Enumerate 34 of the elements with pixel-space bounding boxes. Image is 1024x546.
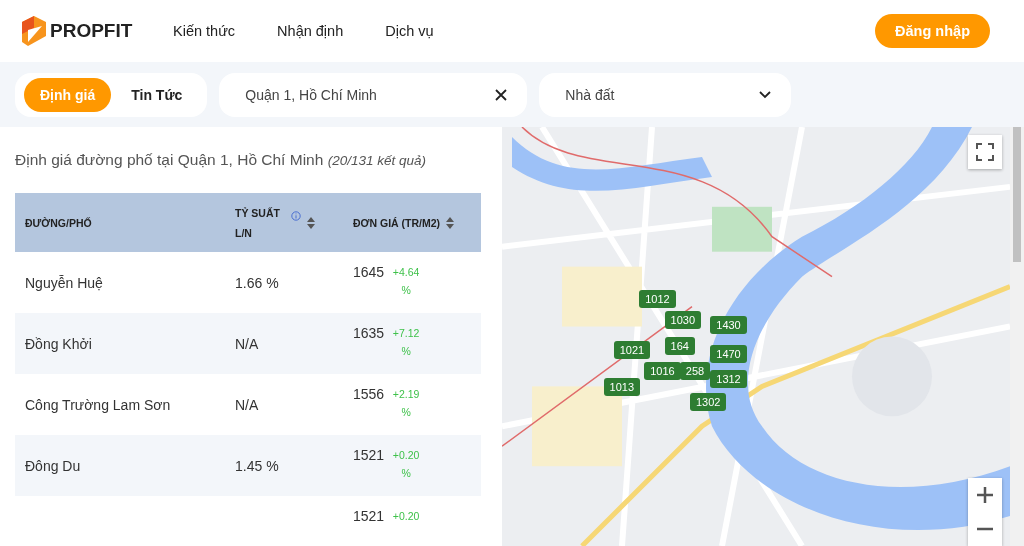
- brand-name: PROPFIT: [50, 20, 133, 42]
- yield-cell: N/A: [235, 335, 259, 352]
- street-cell: Nguyễn Huệ: [25, 274, 103, 291]
- yield-cell: 1.66 %: [235, 274, 279, 291]
- price-marker[interactable]: 1312: [710, 370, 747, 388]
- price-change: +7.12 %: [391, 326, 421, 359]
- yield-cell: 1.45 %: [235, 457, 279, 474]
- column-header[interactable]: ĐƠN GIÁ (TR/M2): [353, 216, 481, 229]
- price-value: 1556: [353, 386, 385, 402]
- column-header: ĐƯỜNG/PHỐ: [24, 216, 93, 229]
- column-header[interactable]: TỶ SUẤT L/N: [235, 202, 353, 243]
- results-title: Định giá đường phố tại Quận 1, Hồ Chí Minh (20/131 kết quả): [15, 151, 427, 169]
- street-cell: Đồng Khởi: [25, 335, 92, 352]
- tab[interactable]: Tin Tức: [115, 77, 199, 112]
- yield-cell: N/A: [235, 396, 259, 413]
- price-value: 1645: [353, 264, 385, 280]
- price-marker[interactable]: 1012: [639, 290, 676, 309]
- price-marker[interactable]: 1013: [603, 378, 641, 397]
- price-value: 1521: [353, 508, 385, 524]
- price-change: +0.20 %: [391, 448, 421, 481]
- price-value: 1635: [353, 325, 385, 341]
- price-change: +4.64 %: [391, 265, 421, 298]
- price-marker[interactable]: 1030: [664, 311, 702, 330]
- nav-link[interactable]: Kiến thức: [173, 23, 236, 39]
- price-marker[interactable]: 1302: [689, 393, 727, 412]
- property-type-dropdown[interactable]: Nhà đất: [539, 72, 792, 117]
- nav-link[interactable]: Dịch vụ: [385, 23, 434, 39]
- location-field[interactable]: Quận 1, Hồ Chí Minh: [219, 72, 528, 117]
- street-cell: Đông Du: [25, 457, 81, 474]
- price-change: +0.20: [391, 509, 421, 524]
- price-value: 1521: [353, 447, 385, 463]
- price-change: +2.19 %: [391, 387, 421, 420]
- nav-link[interactable]: Nhận định: [277, 23, 344, 39]
- street-cell: Công Trường Lam Sơn: [25, 396, 171, 413]
